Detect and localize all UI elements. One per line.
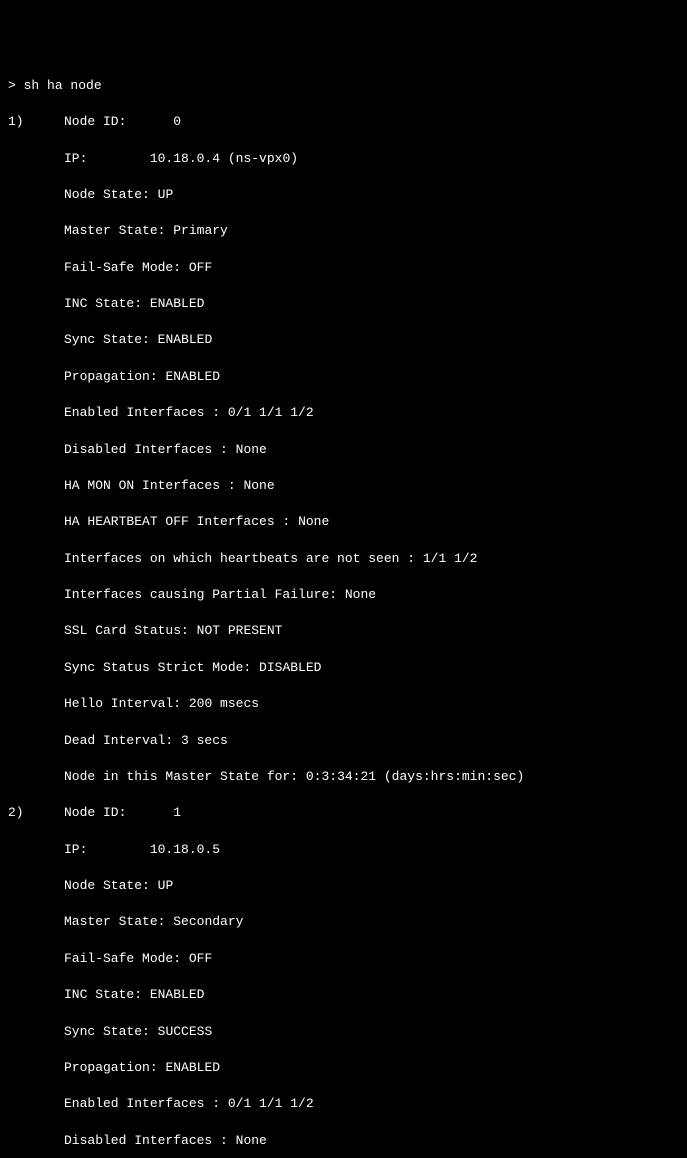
node-2-row-masterstate: Master State: Secondary [8,913,679,931]
value-ip: 10.18.0.4 (ns-vpx0) [150,151,298,166]
label-disabledif: Disabled Interfaces : [64,442,228,457]
value-failsafe: OFF [189,260,212,275]
node-2-row-syncstate: Sync State: SUCCESS [8,1023,679,1041]
value-nodeid: 0 [173,114,181,129]
value-propagation: ENABLED [165,369,220,384]
node-1-row-masterduration: Node in this Master State for: 0:3:34:21… [8,768,679,786]
label-syncstrict: Sync Status Strict Mode: [64,660,251,675]
label-syncstate: Sync State: [64,332,150,347]
label-masterstate: Master State: [64,914,165,929]
value-failsafe: OFF [189,951,212,966]
node-1-row-deadint: Dead Interval: 3 secs [8,732,679,750]
value-masterstate: Secondary [173,914,243,929]
label-masterduration: Node in this Master State for: [64,769,298,784]
label-deadint: Dead Interval: [64,733,173,748]
label-nodeid: Node ID: [64,114,126,129]
node-1-row-partialfail: Interfaces causing Partial Failure: None [8,586,679,604]
prompt-marker: > [8,78,16,93]
label-nodestate: Node State: [64,187,150,202]
node-1-row-helloint: Hello Interval: 200 msecs [8,695,679,713]
label-sslcard: SSL Card Status: [64,623,189,638]
node-1-row-syncstrict: Sync Status Strict Mode: DISABLED [8,659,679,677]
value-nodestate: UP [158,878,174,893]
label-partialfail: Interfaces causing Partial Failure: [64,587,337,602]
value-hbnotseen: 1/1 1/2 [423,551,478,566]
value-masterduration: 0:3:34:21 (days:hrs:min:sec) [306,769,524,784]
value-helloint: 200 msecs [189,696,259,711]
label-ip: IP: [64,842,87,857]
node-1-row-propagation: Propagation: ENABLED [8,368,679,386]
value-disabledif: None [236,442,267,457]
label-incstate: INC State: [64,987,142,1002]
command-line: > sh ha node [8,77,679,95]
label-disabledif: Disabled Interfaces : [64,1133,228,1148]
node-2-row-ip: IP: 10.18.0.5 [8,841,679,859]
node-1-row-ip: IP: 10.18.0.4 (ns-vpx0) [8,150,679,168]
command-text: sh ha node [24,78,102,93]
value-deadint: 3 secs [181,733,228,748]
node-1-row-nodestate: Node State: UP [8,186,679,204]
value-syncstate: SUCCESS [158,1024,213,1039]
node-2-row-propagation: Propagation: ENABLED [8,1059,679,1077]
value-incstate: ENABLED [150,296,205,311]
label-hbnotseen: Interfaces on which heartbeats are not s… [64,551,415,566]
label-hamon: HA MON ON Interfaces : [64,478,236,493]
node-2-marker: 2) [8,804,64,822]
value-incstate: ENABLED [150,987,205,1002]
label-nodestate: Node State: [64,878,150,893]
label-nodeid: Node ID: [64,805,126,820]
node-1-row-nodeid: 1)Node ID: 0 [8,113,679,131]
value-nodeid: 1 [173,805,181,820]
label-enabledif: Enabled Interfaces : [64,1096,220,1111]
label-propagation: Propagation: [64,369,158,384]
value-propagation: ENABLED [165,1060,220,1075]
node-1-row-hamon: HA MON ON Interfaces : None [8,477,679,495]
label-enabledif: Enabled Interfaces : [64,405,220,420]
label-masterstate: Master State: [64,223,165,238]
node-1-row-masterstate: Master State: Primary [8,222,679,240]
node-1-row-hahboff: HA HEARTBEAT OFF Interfaces : None [8,513,679,531]
node-1-row-failsafe: Fail-Safe Mode: OFF [8,259,679,277]
value-sslcard: NOT PRESENT [197,623,283,638]
value-partialfail: None [345,587,376,602]
node-2-row-enabledif: Enabled Interfaces : 0/1 1/1 1/2 [8,1095,679,1113]
node-2-row-nodeid: 2)Node ID: 1 [8,804,679,822]
node-1-marker: 1) [8,113,64,131]
value-hamon: None [243,478,274,493]
value-masterstate: Primary [173,223,228,238]
value-nodestate: UP [158,187,174,202]
node-1-row-sslcard: SSL Card Status: NOT PRESENT [8,622,679,640]
node-1-row-incstate: INC State: ENABLED [8,295,679,313]
value-disabledif: None [236,1133,267,1148]
node-2-row-failsafe: Fail-Safe Mode: OFF [8,950,679,968]
node-1-row-syncstate: Sync State: ENABLED [8,331,679,349]
node-1-row-enabledif: Enabled Interfaces : 0/1 1/1 1/2 [8,404,679,422]
label-syncstate: Sync State: [64,1024,150,1039]
value-ip: 10.18.0.5 [150,842,220,857]
label-ip: IP: [64,151,87,166]
value-enabledif: 0/1 1/1 1/2 [228,405,314,420]
node-1-row-hbnotseen: Interfaces on which heartbeats are not s… [8,550,679,568]
value-syncstate: ENABLED [158,332,213,347]
label-failsafe: Fail-Safe Mode: [64,260,181,275]
node-2-row-disabledif: Disabled Interfaces : None [8,1132,679,1150]
label-hahboff: HA HEARTBEAT OFF Interfaces : [64,514,290,529]
node-2-row-incstate: INC State: ENABLED [8,986,679,1004]
label-propagation: Propagation: [64,1060,158,1075]
node-1-row-disabledif: Disabled Interfaces : None [8,441,679,459]
node-2-row-nodestate: Node State: UP [8,877,679,895]
label-failsafe: Fail-Safe Mode: [64,951,181,966]
label-incstate: INC State: [64,296,142,311]
label-helloint: Hello Interval: [64,696,181,711]
value-hahboff: None [298,514,329,529]
value-syncstrict: DISABLED [259,660,321,675]
value-enabledif: 0/1 1/1 1/2 [228,1096,314,1111]
